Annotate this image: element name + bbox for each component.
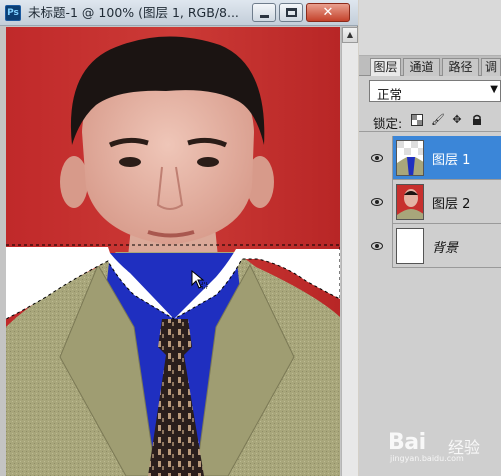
maximize-icon xyxy=(286,8,297,17)
photoshop-app-icon: Ps xyxy=(5,5,21,21)
lock-row: 锁定: 🖌 ✥ xyxy=(359,108,501,132)
vertical-scrollbar[interactable]: ▲ xyxy=(341,27,358,476)
lock-all-icon[interactable] xyxy=(471,114,483,126)
watermark-logo: Bai xyxy=(388,430,426,455)
layer-name: 图层 2 xyxy=(432,197,471,212)
left-eye xyxy=(119,157,141,167)
tie-knot xyxy=(158,319,192,357)
document-titlebar[interactable]: Ps 未标题-1 @ 100% (图层 1, RGB/8... ✕ xyxy=(0,0,358,26)
brush-icon[interactable]: 🖌 xyxy=(431,114,445,126)
blend-mode-value: 正常 xyxy=(377,87,403,102)
layer-name: 背景 xyxy=(432,241,459,256)
document-title: 未标题-1 @ 100% (图层 1, RGB/8... xyxy=(28,5,239,20)
minimize-icon xyxy=(260,15,269,18)
eye-icon xyxy=(371,198,383,206)
move-icon[interactable]: ✥ xyxy=(451,114,463,126)
tab-paths[interactable]: 路径 xyxy=(442,58,479,76)
right-eye xyxy=(197,157,219,167)
tab-layers[interactable]: 图层 xyxy=(370,58,401,76)
left-ear xyxy=(60,156,88,208)
tab-adjustments[interactable]: 调 xyxy=(481,58,501,76)
document-window: Ps 未标题-1 @ 100% (图层 1, RGB/8... ✕ ▲ xyxy=(0,0,358,476)
image-canvas[interactable] xyxy=(6,27,340,476)
layer-thumbnail xyxy=(396,228,424,264)
close-icon: ✕ xyxy=(322,5,334,20)
layer-name: 图层 1 xyxy=(432,153,471,168)
eye-icon xyxy=(371,154,383,162)
chevron-down-icon: ▼ xyxy=(490,84,498,95)
layer-row-2[interactable]: 图层 2 xyxy=(359,180,501,224)
close-button[interactable]: ✕ xyxy=(306,3,350,22)
lock-transparent-pixels-icon[interactable] xyxy=(411,114,423,126)
visibility-toggle[interactable] xyxy=(359,180,393,224)
baidu-watermark: Bai 经验 jingyan.baidu.com xyxy=(388,424,498,464)
layer-row-1[interactable]: 图层 1 xyxy=(359,136,501,180)
panel-header-area xyxy=(359,0,501,56)
lock-label: 锁定: xyxy=(373,116,403,131)
eye-icon xyxy=(371,242,383,250)
panel-tabs: 图层 通道 路径 调 xyxy=(359,56,501,76)
watermark-url: jingyan.baidu.com xyxy=(390,454,464,463)
layers-panel: 图层 通道 路径 调 正常 ▼ 锁定: 🖌 ✥ 图层 1 图层 2 背景 xyxy=(359,0,501,476)
layer-row-background[interactable]: 背景 xyxy=(359,224,501,268)
layer-thumbnail xyxy=(396,140,424,176)
scroll-up-arrow-icon[interactable]: ▲ xyxy=(342,27,358,43)
blend-mode-select[interactable]: 正常 ▼ xyxy=(369,80,501,102)
layer-thumbnail xyxy=(396,184,424,220)
visibility-toggle[interactable] xyxy=(359,224,393,268)
portrait-photo xyxy=(6,27,340,476)
minimize-button[interactable] xyxy=(252,3,276,22)
maximize-button[interactable] xyxy=(279,3,303,22)
visibility-toggle[interactable] xyxy=(359,136,393,180)
tab-channels[interactable]: 通道 xyxy=(403,58,440,76)
